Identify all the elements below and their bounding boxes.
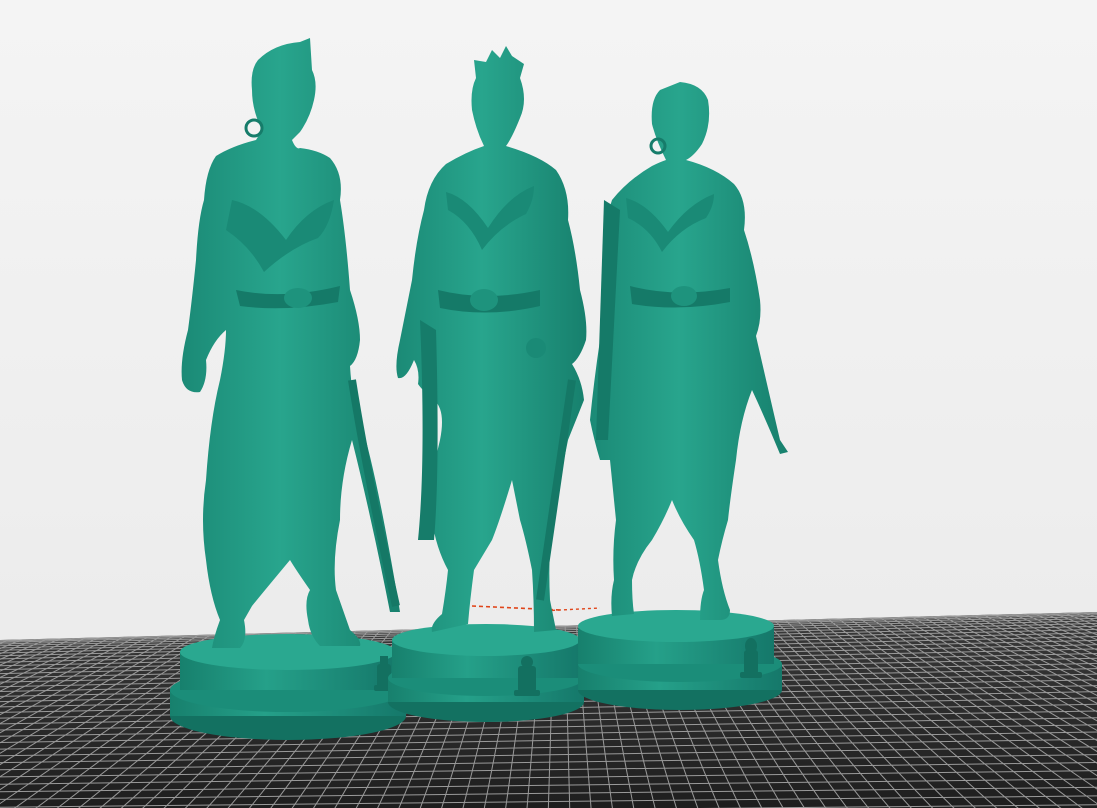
model-queen-center[interactable] xyxy=(388,46,587,722)
model-bishop-right[interactable] xyxy=(578,82,788,710)
3d-viewport[interactable] xyxy=(0,0,1097,808)
scene-canvas[interactable] xyxy=(0,0,1097,808)
